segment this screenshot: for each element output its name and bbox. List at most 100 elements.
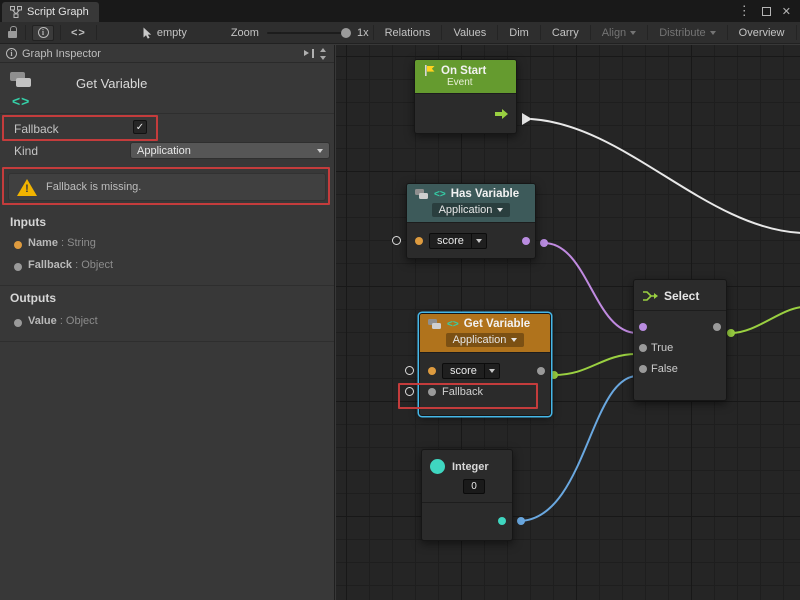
empty-port-ring[interactable] <box>392 236 401 245</box>
toolbar-divider <box>373 25 374 40</box>
variable-name-dropdown[interactable]: score <box>442 363 500 379</box>
node-body-top: Integer 0 <box>422 450 512 494</box>
false-port-label: False <box>651 363 678 375</box>
toolbar-divider <box>441 25 442 40</box>
kind-value: Application <box>137 145 191 157</box>
cursor-icon <box>143 27 152 39</box>
inspected-unit-title: Get Variable <box>76 76 147 91</box>
script-graph-window: Script Graph ⋮ ✕ i <> empty Zoom 1x Rela… <box>0 0 800 600</box>
node-on-start[interactable]: On Start Event <box>414 59 517 134</box>
kebab-menu-icon[interactable]: ⋮ <box>738 3 751 19</box>
port-dot-select-out <box>727 329 735 337</box>
tab-title: Script Graph <box>27 6 89 18</box>
wire-get-variable-to-select-true <box>554 354 637 375</box>
node-body: True False <box>634 311 726 379</box>
integer-output-dot[interactable] <box>498 517 506 525</box>
zoom-label: Zoom <box>231 27 259 39</box>
info-icon: i <box>38 27 49 38</box>
toolbar-divider <box>540 25 541 40</box>
integer-type-icon <box>430 459 445 474</box>
condition-port-dot[interactable] <box>639 323 647 331</box>
code-badge-icon: <> <box>434 189 446 200</box>
node-title: Select <box>664 289 699 303</box>
lock-icon[interactable] <box>8 31 17 38</box>
info-icon: i <box>6 48 17 59</box>
name-port-dot[interactable] <box>415 237 423 245</box>
node-select[interactable]: Select True False <box>633 279 727 401</box>
code-badge-icon: <> <box>447 319 459 330</box>
annotation-fallback-option <box>2 115 158 141</box>
distribute-button[interactable]: Distribute <box>652 22 722 44</box>
scroll-arrows-icon[interactable] <box>319 48 328 60</box>
divider <box>0 285 334 286</box>
toolbar-divider <box>60 25 61 40</box>
kind-dropdown[interactable]: Application <box>446 333 525 347</box>
zoom-slider-handle[interactable] <box>341 28 351 38</box>
true-port-label: True <box>651 342 673 354</box>
overview-button[interactable]: Overview <box>732 22 792 44</box>
node-title: Has Variable <box>451 188 519 200</box>
integer-value-field[interactable]: 0 <box>463 479 485 494</box>
node-body <box>415 93 516 133</box>
chevron-down-icon <box>476 239 482 243</box>
graph-name-label: empty <box>157 27 187 39</box>
toolbar-divider <box>25 25 26 40</box>
variable-cards-icon <box>428 319 442 330</box>
variable-cards-icon <box>415 189 429 200</box>
inspector-toggle-button[interactable]: i <box>32 25 54 41</box>
toolbar-divider <box>497 25 498 40</box>
graph-inspector-title: Graph Inspector <box>22 48 101 60</box>
value-output-dot[interactable] <box>537 367 545 375</box>
variable-name-dropdown[interactable]: score <box>429 233 487 249</box>
graph-canvas[interactable]: On Start Event <> Has Variable Applicati… <box>336 45 800 600</box>
node-title: Integer <box>452 461 489 473</box>
name-port-dot[interactable] <box>428 367 436 375</box>
port-dot-has-variable-out <box>540 239 548 247</box>
window-tab-bar: Script Graph ⋮ ✕ <box>0 0 800 22</box>
input-row-name: Name : String <box>28 237 96 249</box>
node-integer[interactable]: Integer 0 <box>421 449 513 541</box>
dock-icon[interactable] <box>304 49 314 58</box>
graph-breadcrumb[interactable]: empty <box>143 27 187 39</box>
wire-select-output <box>731 307 800 333</box>
flow-arrow-icon <box>495 109 509 119</box>
graph-toolbar: i <> empty Zoom 1x Relations Values Dim … <box>0 22 800 44</box>
true-port-dot[interactable] <box>639 344 647 352</box>
object-port-dot <box>14 319 22 327</box>
chevron-down-icon <box>511 338 517 342</box>
carry-button[interactable]: Carry <box>545 22 586 44</box>
toolbar-divider <box>590 25 591 40</box>
tab-script-graph[interactable]: Script Graph <box>2 2 99 22</box>
selection-output-dot[interactable] <box>713 323 721 331</box>
graph-inspector-panel: i Graph Inspector <> Get Variable Fallba… <box>0 45 335 600</box>
connection-wires <box>336 45 800 600</box>
divider <box>0 113 334 114</box>
node-has-variable[interactable]: <> Has Variable Application score <box>406 183 536 259</box>
flow-port-triangle <box>522 113 532 125</box>
toolbar-divider <box>727 25 728 40</box>
kind-dropdown[interactable]: Application <box>432 203 511 217</box>
input-row-fallback: Fallback : Object <box>28 259 113 271</box>
chevron-down-icon <box>630 31 636 35</box>
wire-on-start <box>531 119 800 233</box>
maximize-icon[interactable] <box>762 7 771 16</box>
kind-dropdown[interactable]: Application <box>130 142 330 159</box>
align-button[interactable]: Align <box>595 22 643 44</box>
select-icon <box>642 289 658 303</box>
object-port-dot <box>14 263 22 271</box>
node-title: Get Variable <box>464 318 530 330</box>
output-row-value: Value : Object <box>28 315 98 327</box>
node-subtitle: Event <box>447 77 508 88</box>
chevron-down-icon <box>710 31 716 35</box>
value-output-dot[interactable] <box>522 237 530 245</box>
dim-button[interactable]: Dim <box>502 22 536 44</box>
annotation-warning-box <box>2 167 330 205</box>
relations-button[interactable]: Relations <box>378 22 438 44</box>
values-button[interactable]: Values <box>446 22 493 44</box>
false-port-dot[interactable] <box>639 365 647 373</box>
zoom-slider[interactable] <box>267 32 349 34</box>
close-icon[interactable]: ✕ <box>782 5 791 18</box>
graph-inspector-header: i Graph Inspector <box>0 45 334 63</box>
empty-port-ring[interactable] <box>405 366 414 375</box>
code-view-button[interactable]: <> <box>65 27 92 39</box>
